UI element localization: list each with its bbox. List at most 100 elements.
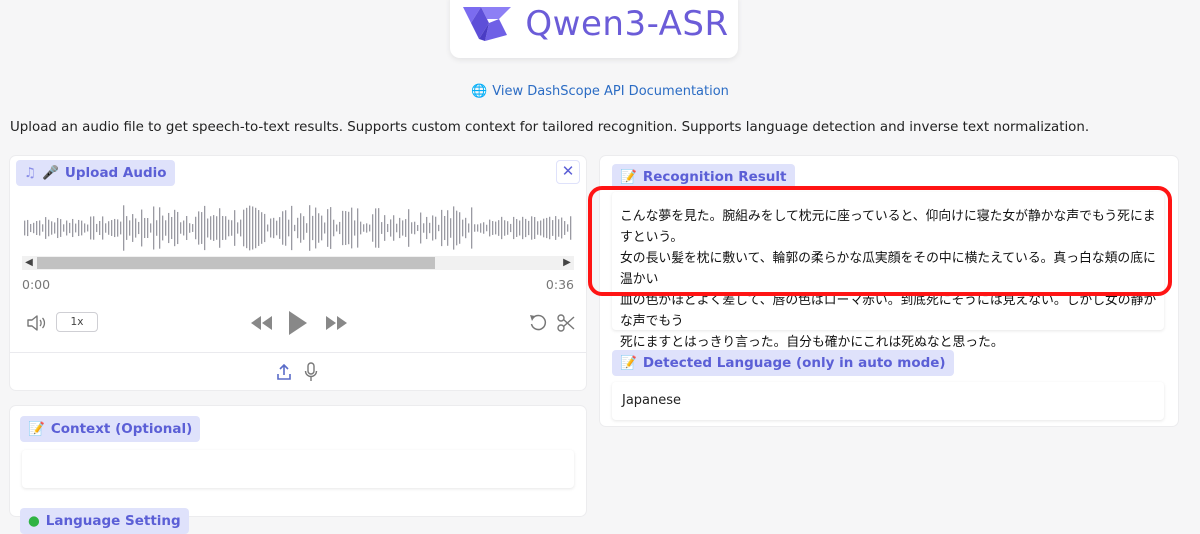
waveform-bar [135,218,137,238]
waveform-bar [336,224,338,232]
waveform-bar [165,220,167,236]
waveform-bar [225,216,227,240]
waveform-bar [48,219,50,237]
waveform-bar [342,210,344,246]
waveform-bar [309,205,311,251]
waveform-bar [51,221,53,235]
waveform-bar [60,219,62,237]
volume-icon[interactable] [26,314,48,332]
waveform-bar [501,216,503,240]
waveform-bar [267,224,269,232]
waveform-bar [480,223,482,233]
waveform-bar [33,222,35,234]
scroll-left-arrow[interactable]: ◀ [22,256,36,270]
waveform-bar [411,222,413,234]
waveform-bar [138,221,140,235]
waveform-bar [126,216,128,240]
waveform-bar [468,223,470,233]
waveform-bar [366,223,368,233]
rewind-icon[interactable] [250,314,274,332]
close-audio-button[interactable]: ✕ [556,160,580,184]
playback-speed-button[interactable]: 1x [56,312,98,332]
waveform-bar [57,217,59,239]
context-label: 📝 Context (Optional) [20,416,201,442]
waveform-bar [129,220,131,236]
waveform-bar [108,221,110,235]
play-icon[interactable] [287,309,309,337]
detected-language-value: Japanese [622,393,682,408]
waveform-bar [444,215,446,241]
waveform-bar [75,223,77,233]
microphone-emoji-icon: 🎤 [42,165,59,181]
waveform-bar [510,223,512,233]
waveform-scrollbar[interactable]: ◀ ▶ [22,256,574,270]
waveform-bar [447,210,449,246]
waveform-bar [546,217,548,239]
waveform-bar [507,221,509,235]
waveform-bar [168,212,170,244]
detected-language-field[interactable]: Japanese [612,382,1164,420]
waveform-bar [30,223,32,233]
waveform-bar [174,209,176,247]
doc-link[interactable]: View DashScope API Documentation [492,84,729,99]
memo-icon: 📝 [28,421,45,437]
fast-forward-icon[interactable] [324,314,348,332]
waveform-bar [537,221,539,235]
waveform-bar [357,208,359,248]
context-input[interactable] [22,450,574,488]
waveform-bar [519,220,521,236]
undo-icon[interactable] [528,313,548,333]
waveform-bar [474,224,476,232]
waveform-bar [147,217,149,239]
waveform-bar [432,215,434,241]
waveform-bar [189,223,191,233]
playback-controls: 1x [10,308,586,338]
waveform-bar [63,224,65,232]
qwen-logo-icon [463,7,512,41]
waveform-bar [522,216,524,240]
waveform-bar [513,216,515,240]
waveform-bar [339,221,341,235]
logo-card: Qwen3-ASR [450,0,738,58]
upload-icon[interactable] [276,363,292,381]
waveform-bar [462,219,464,237]
memo-icon: 📝 [620,169,637,185]
waveform-bar [78,219,80,237]
waveform-bar [483,222,485,234]
scroll-right-arrow[interactable]: ▶ [560,256,574,270]
waveform-bar [204,205,206,251]
waveform-bar [570,216,572,240]
waveform-bar [276,220,278,236]
waveform-bar [327,209,329,247]
waveform-bar [525,218,527,238]
waveform-bar [300,213,302,243]
waveform-bar [303,216,305,240]
waveform-bar [252,206,254,250]
waveform-bar [222,215,224,241]
waveform-bar [390,219,392,237]
waveform-bar [543,218,545,238]
music-note-icon: ♫ [24,165,37,181]
waveform-bar [159,207,161,249]
total-time: 0:36 [545,277,574,292]
waveform-bar [315,207,317,249]
waveform-bar [177,211,179,245]
waveform-bar [102,216,104,240]
waveform-bar [180,222,182,234]
waveform-bar [246,207,248,249]
waveform-bar [144,217,146,239]
waveform-bar [39,220,41,236]
waveform-bar [567,224,569,232]
scissors-icon[interactable] [556,313,576,333]
waveform-bar [24,220,26,236]
waveform-bar [363,224,365,232]
waveform-bar [297,217,299,239]
waveform-bar [243,209,245,247]
waveform-bar [183,220,185,236]
mic-icon[interactable] [304,362,318,382]
upload-audio-label-text: Upload Audio [64,165,167,181]
waveform-bar [306,223,308,233]
waveform-bar [258,210,260,246]
audio-waveform[interactable] [22,200,572,256]
scrollbar-thumb[interactable] [37,257,435,269]
